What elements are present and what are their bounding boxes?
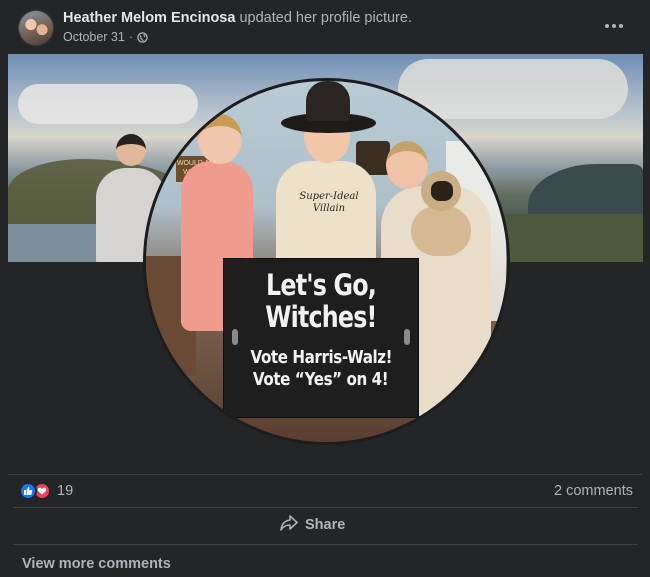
reaction-count[interactable]: 19 bbox=[57, 483, 73, 499]
more-options-icon[interactable] bbox=[600, 14, 628, 38]
profile-picture[interactable]: WOULD A BAD WIT WEAR Super-Ideal Villain… bbox=[143, 78, 510, 445]
divider bbox=[8, 474, 642, 475]
divider bbox=[13, 507, 638, 508]
sign-line-4: Vote “Yes” on 4! bbox=[253, 369, 389, 390]
meta-separator: · bbox=[128, 30, 134, 44]
share-button[interactable]: Share bbox=[280, 512, 345, 538]
globe-icon[interactable] bbox=[137, 31, 148, 43]
feed-post: Heather Melom Encinosa updated her profi… bbox=[0, 0, 650, 577]
post-meta: October 31 · bbox=[63, 30, 148, 44]
share-arrow-icon bbox=[280, 514, 298, 536]
post-date[interactable]: October 31 bbox=[63, 30, 125, 44]
divider bbox=[13, 544, 638, 545]
reactions-summary[interactable]: 19 bbox=[19, 481, 73, 501]
sign-line-2: Witches! bbox=[265, 300, 377, 334]
post-action-text: updated her profile picture. bbox=[239, 10, 412, 26]
author-name[interactable]: Heather Melom Encinosa bbox=[63, 10, 235, 26]
like-icon bbox=[19, 482, 37, 500]
comments-count[interactable]: 2 comments bbox=[554, 483, 633, 499]
sign-line-1: Let's Go, bbox=[266, 268, 377, 302]
view-more-comments-link[interactable]: View more comments bbox=[22, 556, 171, 572]
share-label: Share bbox=[305, 517, 346, 533]
shirt-text: Super-Ideal Villain bbox=[299, 191, 359, 214]
post-header: Heather Melom Encinosa updated her profi… bbox=[0, 0, 650, 54]
vote-sign: Let's Go, Witches! Vote Harris-Walz! Vot… bbox=[223, 258, 419, 418]
author-avatar[interactable] bbox=[18, 10, 54, 46]
sign-line-3: Vote Harris-Walz! bbox=[250, 347, 392, 368]
post-headline: Heather Melom Encinosa updated her profi… bbox=[63, 9, 412, 27]
